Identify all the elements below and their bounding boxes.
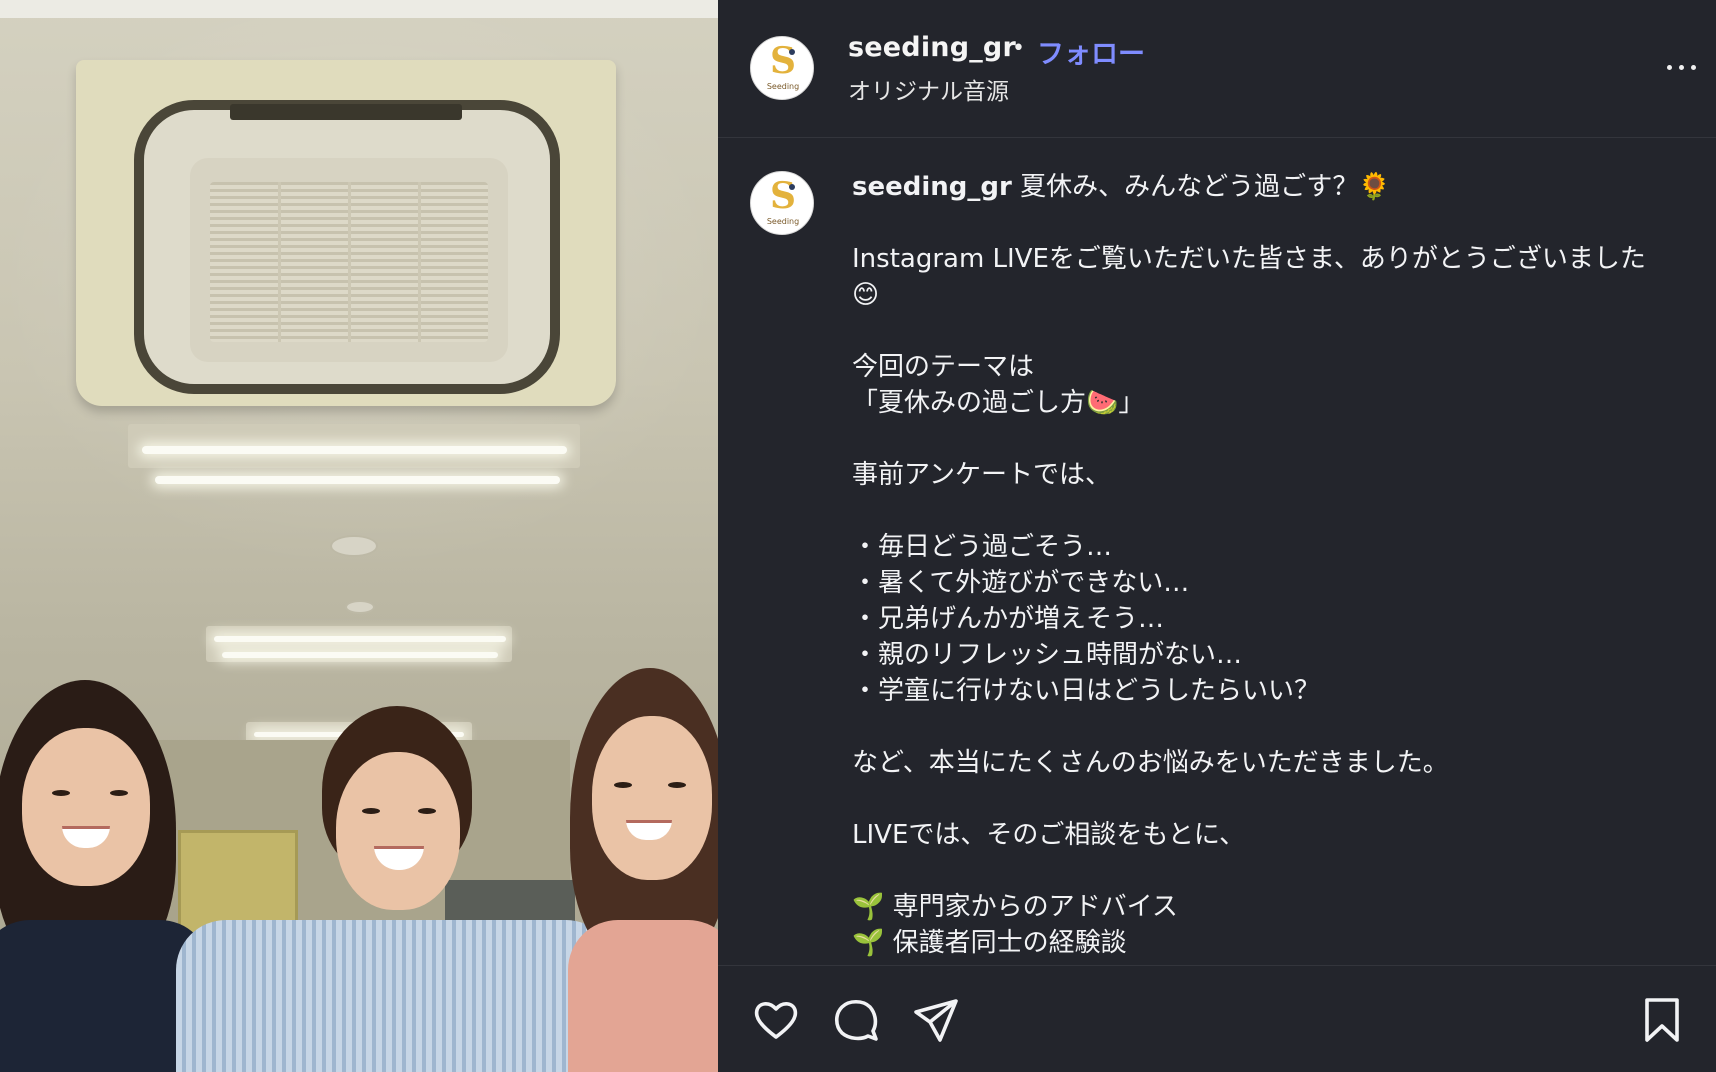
pink-top xyxy=(568,920,718,1072)
avatar[interactable]: S Seeding xyxy=(750,36,814,100)
avatar-text: Seeding xyxy=(766,217,800,226)
striped-top xyxy=(176,920,616,1072)
more-dot xyxy=(1691,65,1696,70)
face xyxy=(336,752,460,910)
heart-icon[interactable] xyxy=(750,994,802,1046)
ceiling-light xyxy=(214,636,506,642)
face xyxy=(22,728,150,886)
audio-link[interactable]: オリジナル音源 xyxy=(848,72,1009,106)
eye xyxy=(614,782,632,788)
comment-bubble-icon[interactable] xyxy=(830,994,882,1046)
paper-plane-icon[interactable] xyxy=(910,994,962,1046)
more-dot xyxy=(1667,65,1672,70)
ac-grille xyxy=(210,182,488,342)
ceiling-light xyxy=(155,476,560,484)
more-dot xyxy=(1679,65,1684,70)
username-link[interactable]: seeding_gr xyxy=(848,32,1016,63)
more-options-icon[interactable] xyxy=(1662,52,1702,82)
caption-body: 夏休み、みんなどう過ごす？🌻 Instagram LIVEをご覧いただいた皆さま… xyxy=(852,172,1646,958)
caption-username[interactable]: seeding_gr xyxy=(852,172,1012,202)
video-player[interactable] xyxy=(0,0,718,1072)
avatar-letter: S xyxy=(770,175,796,217)
ac-grille-bar xyxy=(418,182,421,342)
caption-text: seeding_gr 夏休み、みんなどう過ごす？🌻 Instagram LIVE… xyxy=(852,169,1672,961)
eye xyxy=(52,790,70,796)
separator-dot: • xyxy=(1012,36,1025,61)
post-header: S Seeding seeding_gr • フォロー オリジナル音源 xyxy=(718,0,1716,138)
caption-scroll-area[interactable]: S Seeding seeding_gr 夏休み、みんなどう過ごす？🌻 Inst… xyxy=(718,139,1716,965)
ceiling-light xyxy=(222,652,498,658)
ceiling-light xyxy=(142,446,567,454)
caption-avatar[interactable]: S Seeding xyxy=(750,171,814,235)
action-bar xyxy=(718,965,1716,1072)
ac-grille-bar xyxy=(348,182,351,342)
ac-top-bar xyxy=(230,104,462,120)
avatar-text: Seeding xyxy=(766,82,800,91)
eye xyxy=(418,808,436,814)
face xyxy=(592,716,712,880)
avatar-dot xyxy=(789,184,795,190)
eye xyxy=(110,790,128,796)
avatar-dot xyxy=(789,49,795,55)
follow-button[interactable]: フォロー xyxy=(1037,32,1145,71)
ceiling-vent xyxy=(345,600,375,614)
eye xyxy=(362,808,380,814)
ceiling-vent xyxy=(330,535,378,557)
bookmark-icon[interactable] xyxy=(1636,994,1688,1046)
eye xyxy=(668,782,686,788)
ac-grille-bar xyxy=(278,182,281,342)
post-sidebar: S Seeding seeding_gr • フォロー オリジナル音源 S Se… xyxy=(718,0,1716,1072)
avatar-letter: S xyxy=(770,40,796,82)
